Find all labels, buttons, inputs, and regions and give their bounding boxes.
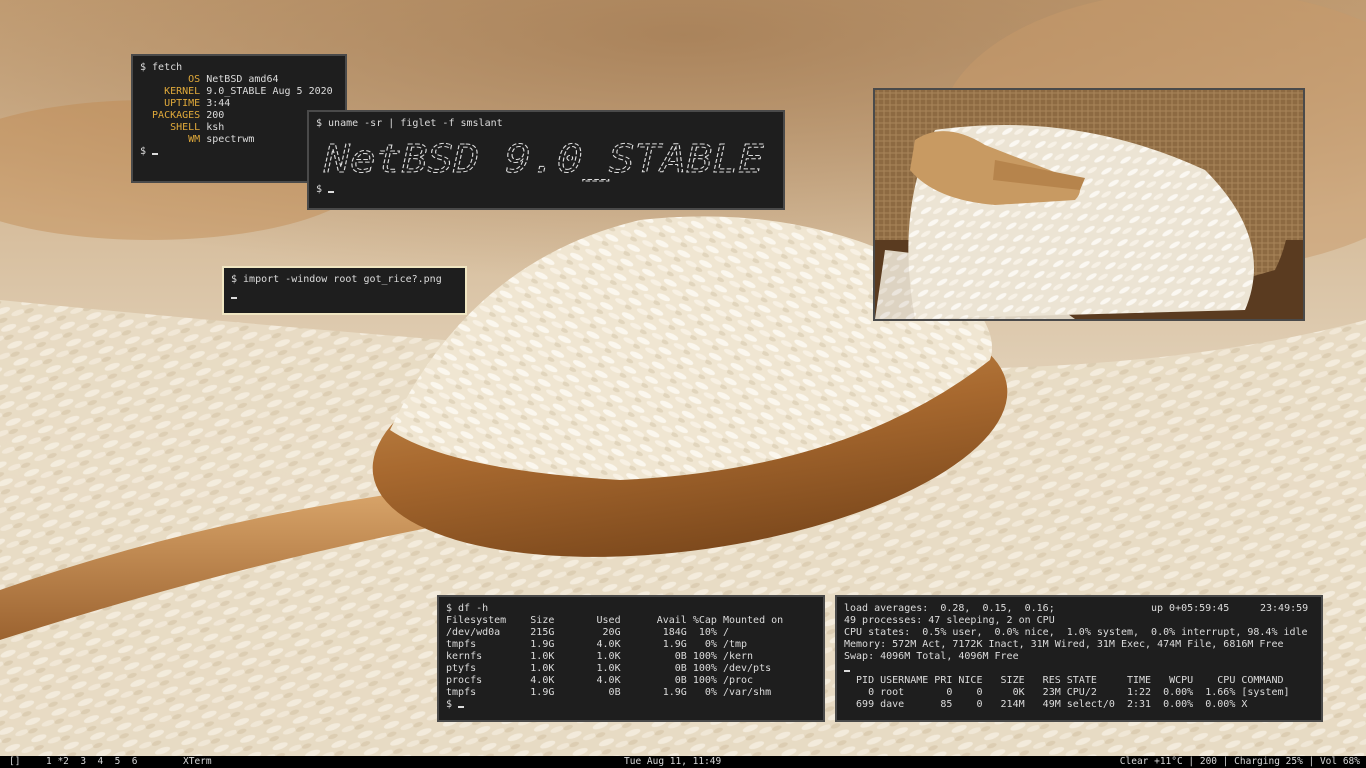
top-process-table: PID USERNAME PRI NICE SIZE RES STATE TIM… bbox=[844, 675, 1321, 711]
top-process-row: 699 dave 85 0 214M 49M select/0 2:31 0.0… bbox=[844, 699, 1248, 710]
text-cursor bbox=[458, 706, 465, 708]
text-cursor bbox=[231, 297, 237, 299]
df-row: kernfs 1.0K 1.0K 0B 100% /kern bbox=[446, 651, 754, 662]
import-command-line: $ import -window root got_rice?.png bbox=[231, 274, 442, 285]
fetch-key: WM bbox=[140, 134, 201, 145]
top-swap: Swap: 4096M Total, 4096M Free bbox=[844, 651, 1019, 662]
df-command-line: $ df -h bbox=[446, 603, 489, 614]
top-clock: 23:49:59 bbox=[1260, 603, 1309, 614]
text-cursor bbox=[328, 191, 335, 193]
fetch-key: UPTIME bbox=[140, 98, 201, 109]
import-terminal-window[interactable]: $ import -window root got_rice?.png bbox=[222, 266, 467, 315]
figlet-terminal-window[interactable]: $ uname -sr | figlet -f smslant NetBSD 9… bbox=[307, 110, 785, 210]
df-row: /dev/wd0a 215G 20G 184G 10% / bbox=[446, 627, 729, 638]
fetch-row: OS NetBSD amd64 bbox=[140, 74, 345, 86]
fetch-command-line: $ fetch bbox=[140, 62, 183, 73]
bar-datetime: Tue Aug 11, 11:49 bbox=[624, 756, 722, 767]
top-processes: 49 processes: 47 sleeping, 2 on CPU bbox=[844, 615, 1055, 626]
fetch-row: KERNEL 9.0_STABLE Aug 5 2020 bbox=[140, 86, 345, 98]
layout-indicator[interactable]: [] bbox=[9, 756, 20, 768]
top-cpu-states: CPU states: 0.5% user, 0.0% nice, 1.0% s… bbox=[844, 627, 1308, 638]
status-bar: [] 1 *2 3 4 5 6 XTerm Tue Aug 11, 11:49 … bbox=[0, 756, 1366, 768]
fetch-value: 9.0_STABLE Aug 5 2020 bbox=[200, 86, 333, 97]
df-prompt[interactable]: $ bbox=[446, 699, 823, 711]
df-row: Filesystem Size Used Avail %Cap Mounted … bbox=[446, 615, 784, 626]
fetch-value: spectrwm bbox=[200, 134, 255, 145]
df-row: ptyfs 1.0K 1.0K 0B 100% /dev/pts bbox=[446, 663, 772, 674]
fetch-key: OS bbox=[140, 74, 201, 85]
top-load-row: load averages: 0.28, 0.15, 0.16; up 0+05… bbox=[844, 603, 1321, 615]
focused-window-title: XTerm bbox=[183, 756, 212, 767]
fetch-value: 3:44 bbox=[200, 98, 231, 109]
workspace-list[interactable]: 1 *2 3 4 5 6 bbox=[46, 756, 138, 768]
figlet-command-line: $ uname -sr | figlet -f smslant bbox=[316, 118, 503, 129]
text-cursor bbox=[152, 153, 159, 155]
top-load-averages: load averages: 0.28, 0.15, 0.16; bbox=[844, 603, 1055, 614]
df-terminal-window[interactable]: $ df -h Filesystem Size Used Avail %Cap … bbox=[437, 595, 825, 722]
figlet-prompt[interactable]: $ bbox=[316, 184, 783, 196]
text-cursor bbox=[844, 670, 850, 672]
df-output-table: Filesystem Size Used Avail %Cap Mounted … bbox=[446, 615, 823, 699]
df-row: tmpfs 1.9G 0B 1.9G 0% /var/shm bbox=[446, 687, 772, 698]
top-cursor-line bbox=[844, 663, 1321, 675]
top-terminal-window[interactable]: load averages: 0.28, 0.15, 0.16; up 0+05… bbox=[835, 595, 1323, 722]
df-row: procfs 4.0K 4.0K 0B 100% /proc bbox=[446, 675, 754, 686]
image-viewer-window[interactable] bbox=[873, 88, 1305, 321]
fetch-key: SHELL bbox=[140, 122, 201, 133]
fetch-value: NetBSD amd64 bbox=[200, 74, 279, 85]
fetch-value: 200 bbox=[200, 110, 225, 121]
fetch-key: KERNEL bbox=[140, 86, 201, 97]
figlet-ascii-art: NetBSD 9.0_STABLE bbox=[322, 137, 764, 183]
bar-status-info: Clear +11°C | 200 | Charging 25% | Vol 6… bbox=[1119, 756, 1360, 767]
fetch-key: PACKAGES bbox=[140, 110, 201, 121]
figlet-art-text: NetBSD 9.0_STABLE bbox=[323, 137, 764, 182]
top-uptime: up 0+05:59:45 bbox=[1151, 603, 1230, 614]
rice-sack-image bbox=[875, 90, 1303, 319]
top-memory: Memory: 572M Act, 7172K Inact, 31M Wired… bbox=[844, 639, 1284, 650]
fetch-value: ksh bbox=[200, 122, 225, 133]
df-row: tmpfs 1.9G 4.0K 1.9G 0% /tmp bbox=[446, 639, 748, 650]
top-process-row: 0 root 0 0 0K 23M CPU/2 1:22 0.00% 1.66%… bbox=[844, 687, 1290, 698]
fetch-row: UPTIME 3:44 bbox=[140, 98, 345, 110]
top-process-row: PID USERNAME PRI NICE SIZE RES STATE TIM… bbox=[844, 675, 1284, 686]
import-prompt[interactable] bbox=[231, 290, 465, 302]
